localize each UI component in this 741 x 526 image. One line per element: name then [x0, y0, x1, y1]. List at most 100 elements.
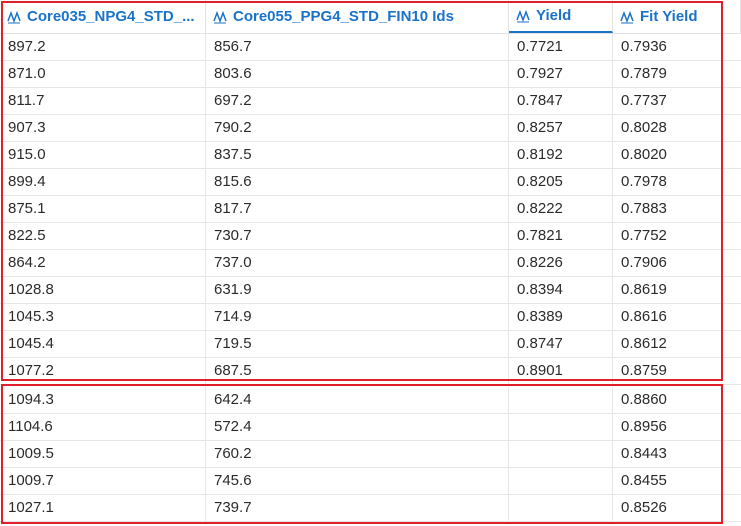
table-cell[interactable]: 572.4 [206, 414, 509, 440]
table-row[interactable]: 907.3 790.2 0.8257 0.8028 [0, 115, 741, 142]
table-cell[interactable] [509, 468, 613, 494]
table-cell[interactable]: 0.8616 [613, 304, 741, 330]
table-cell[interactable]: 737.0 [206, 250, 509, 276]
table-cell[interactable]: 0.7737 [613, 88, 741, 114]
table-cell[interactable]: 0.7978 [613, 169, 741, 195]
table-row[interactable]: 864.2 737.0 0.8226 0.7906 [0, 250, 741, 277]
table-cell[interactable]: 697.2 [206, 88, 509, 114]
table-row[interactable]: 875.1 817.7 0.8222 0.7883 [0, 196, 741, 223]
table-cell[interactable]: 0.7821 [509, 223, 613, 249]
numeric-column-icon [516, 9, 530, 23]
data-grid: Core035_NPG4_STD_... Core055_PPG4_STD_FIN… [0, 0, 741, 526]
table-cell[interactable]: 0.8222 [509, 196, 613, 222]
table-cell[interactable]: 815.6 [206, 169, 509, 195]
table-cell[interactable] [509, 495, 613, 521]
table-cell[interactable]: 0.8020 [613, 142, 741, 168]
table-cell[interactable]: 907.3 [0, 115, 206, 141]
table-cell[interactable]: 0.8389 [509, 304, 613, 330]
table-row[interactable]: 822.5 730.7 0.7821 0.7752 [0, 223, 741, 250]
table-cell[interactable] [509, 414, 613, 440]
table-cell[interactable]: 0.8226 [509, 250, 613, 276]
table-cell[interactable]: 803.6 [206, 61, 509, 87]
table-row[interactable]: 897.2 856.7 0.7721 0.7936 [0, 34, 741, 61]
grid-header: Core035_NPG4_STD_... Core055_PPG4_STD_FIN… [0, 0, 741, 34]
table-cell[interactable]: 875.1 [0, 196, 206, 222]
table-cell[interactable]: 0.8759 [613, 358, 741, 384]
table-cell[interactable]: 0.7906 [613, 250, 741, 276]
table-cell[interactable]: 899.4 [0, 169, 206, 195]
table-cell[interactable]: 642.4 [206, 387, 509, 413]
table-cell[interactable]: 0.8443 [613, 441, 741, 467]
table-cell[interactable]: 0.8257 [509, 115, 613, 141]
table-row[interactable]: 1104.6 572.4 0.8956 [0, 414, 741, 441]
table-cell[interactable]: 0.8455 [613, 468, 741, 494]
table-cell[interactable]: 0.8028 [613, 115, 741, 141]
table-cell[interactable]: 1028.8 [0, 277, 206, 303]
table-cell[interactable] [509, 441, 613, 467]
table-cell[interactable]: 915.0 [0, 142, 206, 168]
table-cell[interactable]: 0.8619 [613, 277, 741, 303]
table-cell[interactable]: 856.7 [206, 34, 509, 60]
column-header-label: Fit Yield [640, 8, 698, 25]
table-cell[interactable]: 730.7 [206, 223, 509, 249]
table-cell[interactable]: 714.9 [206, 304, 509, 330]
table-cell[interactable]: 822.5 [0, 223, 206, 249]
table-cell[interactable]: 631.9 [206, 277, 509, 303]
table-cell[interactable]: 687.5 [206, 358, 509, 384]
table-cell[interactable]: 811.7 [0, 88, 206, 114]
table-cell[interactable]: 739.7 [206, 495, 509, 521]
table-cell[interactable]: 745.6 [206, 468, 509, 494]
table-cell[interactable]: 1009.5 [0, 441, 206, 467]
table-cell[interactable]: 1027.1 [0, 495, 206, 521]
column-header-label: Core035_NPG4_STD_... [27, 8, 195, 25]
table-row[interactable]: 1045.4 719.5 0.8747 0.8612 [0, 331, 741, 358]
table-cell[interactable]: 1077.2 [0, 358, 206, 384]
table-cell[interactable]: 817.7 [206, 196, 509, 222]
table-row[interactable]: 811.7 697.2 0.7847 0.7737 [0, 88, 741, 115]
table-cell[interactable]: 871.0 [0, 61, 206, 87]
table-cell[interactable]: 0.7721 [509, 34, 613, 60]
table-cell[interactable]: 0.8860 [613, 387, 741, 413]
column-header-1[interactable]: Core055_PPG4_STD_FIN10 Ids [206, 0, 509, 33]
table-cell[interactable]: 790.2 [206, 115, 509, 141]
table-cell[interactable]: 0.8394 [509, 277, 613, 303]
table-cell[interactable]: 719.5 [206, 331, 509, 357]
table-cell[interactable]: 0.8612 [613, 331, 741, 357]
table-cell[interactable]: 0.7883 [613, 196, 741, 222]
table-cell[interactable]: 0.8205 [509, 169, 613, 195]
table-row[interactable]: 1027.1 739.7 0.8526 [0, 495, 741, 522]
table-row[interactable]: 1028.8 631.9 0.8394 0.8619 [0, 277, 741, 304]
table-cell[interactable] [509, 387, 613, 413]
table-cell[interactable]: 837.5 [206, 142, 509, 168]
table-cell[interactable]: 1104.6 [0, 414, 206, 440]
table-cell[interactable]: 0.7927 [509, 61, 613, 87]
table-cell[interactable]: 0.7752 [613, 223, 741, 249]
table-cell[interactable]: 0.8526 [613, 495, 741, 521]
table-cell[interactable]: 0.8901 [509, 358, 613, 384]
table-cell[interactable]: 0.7847 [509, 88, 613, 114]
table-row[interactable]: 1077.2 687.5 0.8901 0.8759 [0, 358, 741, 385]
table-row[interactable]: 899.4 815.6 0.8205 0.7978 [0, 169, 741, 196]
table-row[interactable]: 1045.3 714.9 0.8389 0.8616 [0, 304, 741, 331]
table-cell[interactable]: 864.2 [0, 250, 206, 276]
table-row[interactable]: 1094.3 642.4 0.8860 [0, 387, 741, 414]
numeric-column-icon [7, 10, 21, 24]
table-cell[interactable]: 0.7936 [613, 34, 741, 60]
table-cell[interactable]: 0.8747 [509, 331, 613, 357]
table-cell[interactable]: 1094.3 [0, 387, 206, 413]
table-row[interactable]: 915.0 837.5 0.8192 0.8020 [0, 142, 741, 169]
table-cell[interactable]: 1045.4 [0, 331, 206, 357]
table-cell[interactable]: 1045.3 [0, 304, 206, 330]
column-header-3[interactable]: Fit Yield [613, 0, 741, 33]
column-header-2[interactable]: Yield [509, 0, 613, 33]
table-cell[interactable]: 0.7879 [613, 61, 741, 87]
table-cell[interactable]: 760.2 [206, 441, 509, 467]
table-row[interactable]: 871.0 803.6 0.7927 0.7879 [0, 61, 741, 88]
table-cell[interactable]: 0.8192 [509, 142, 613, 168]
table-cell[interactable]: 1009.7 [0, 468, 206, 494]
table-cell[interactable]: 0.8956 [613, 414, 741, 440]
table-row[interactable]: 1009.7 745.6 0.8455 [0, 468, 741, 495]
table-cell[interactable]: 897.2 [0, 34, 206, 60]
column-header-0[interactable]: Core035_NPG4_STD_... [0, 0, 206, 33]
table-row[interactable]: 1009.5 760.2 0.8443 [0, 441, 741, 468]
